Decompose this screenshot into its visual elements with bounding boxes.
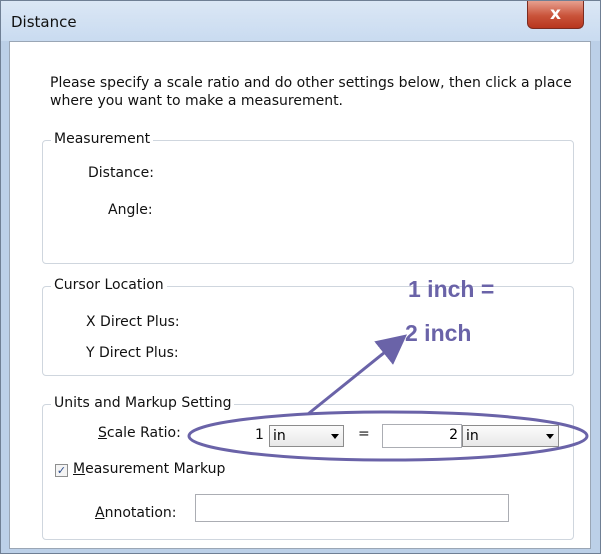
measurement-markup-checkbox[interactable]: ✓ <box>55 464 68 477</box>
equals-sign: = <box>358 426 370 442</box>
measurement-legend: Measurement <box>51 131 154 147</box>
right-scale-value-input[interactable]: 2 <box>382 424 462 448</box>
distance-label: Distance: <box>88 165 154 181</box>
annotation-label: Annotation: <box>95 505 177 521</box>
units-markup-legend: Units and Markup Setting <box>51 395 235 411</box>
chevron-down-icon <box>331 434 339 439</box>
window-title: Distance <box>11 13 77 31</box>
measurement-markup-text: easurement Markup <box>85 461 226 477</box>
close-button[interactable]: x <box>527 1 584 29</box>
left-unit-value: in <box>273 428 286 444</box>
checkmark-icon: ✓ <box>56 464 67 477</box>
left-scale-value: 1 <box>255 427 264 443</box>
chevron-down-icon <box>546 434 554 439</box>
x-direct-plus-label: X Direct Plus: <box>86 314 180 330</box>
close-icon: x <box>550 4 561 24</box>
right-unit-value: in <box>466 428 479 444</box>
instruction-text: Please specify a scale ratio and do othe… <box>50 75 572 109</box>
callout-line-1: 1 inch = <box>408 276 495 302</box>
left-unit-select[interactable]: in <box>269 425 344 447</box>
right-unit-select[interactable]: in <box>462 425 559 447</box>
scale-ratio-label: Scale Ratio: <box>98 425 181 441</box>
annotation-mnemonic: A <box>95 505 105 521</box>
right-scale-value: 2 <box>449 427 458 443</box>
measurement-markup-mnemonic: M <box>73 461 86 477</box>
y-direct-plus-label: Y Direct Plus: <box>86 345 179 361</box>
measurement-markup-label[interactable]: Measurement Markup <box>73 461 225 477</box>
annotation-text: nnotation: <box>104 505 177 521</box>
cursor-location-legend: Cursor Location <box>51 277 167 293</box>
annotation-input[interactable] <box>195 494 509 522</box>
callout-line-2: 2 inch <box>405 320 472 346</box>
scale-ratio-mnemonic: S <box>98 425 107 441</box>
scale-ratio-text: cale Ratio: <box>106 425 181 441</box>
title-bar[interactable]: Distance x <box>1 1 600 41</box>
angle-label: Angle: <box>108 202 153 218</box>
